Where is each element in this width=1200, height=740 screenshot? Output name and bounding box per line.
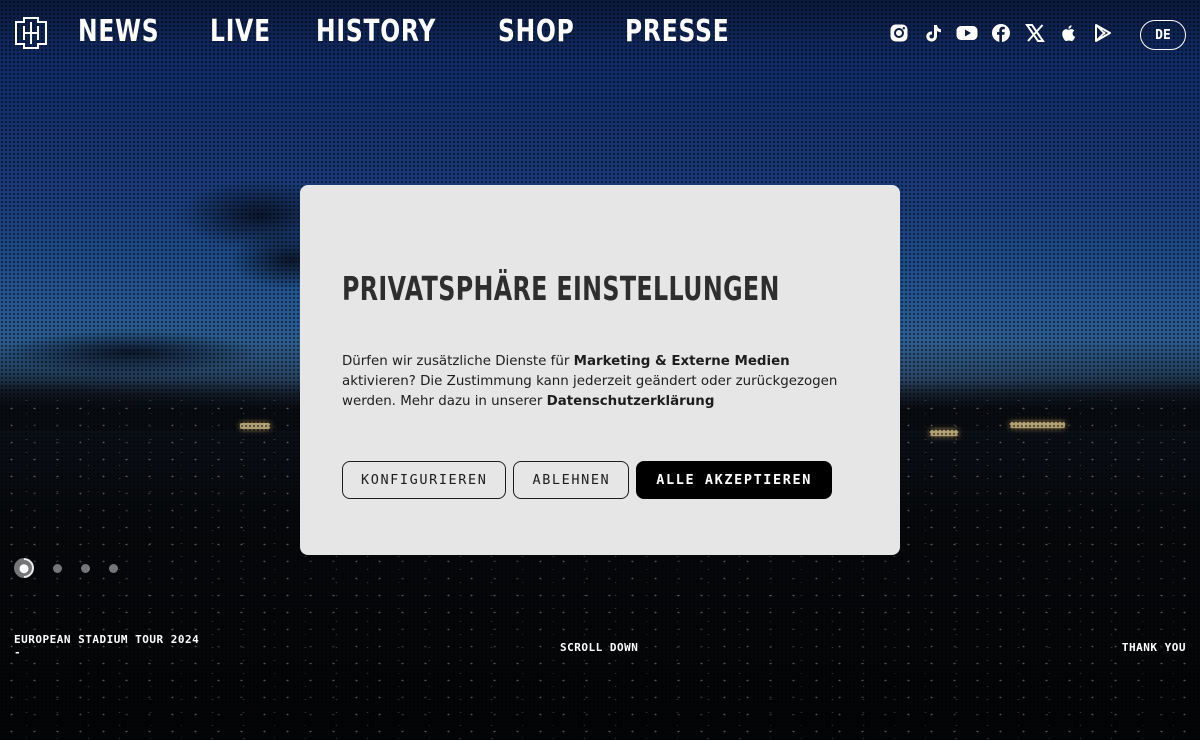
accept-all-button[interactable]: ALLE AKZEPTIEREN (636, 461, 832, 499)
language-switcher[interactable]: DE (1140, 20, 1186, 50)
modal-text: Dürfen wir zusätzliche Dienste für Marke… (342, 352, 862, 412)
google-play-icon[interactable] (1092, 22, 1114, 44)
x-icon[interactable] (1024, 22, 1046, 44)
slide-dot-3[interactable] (81, 563, 90, 573)
modal-buttons: KONFIGURIEREN ABLEHNEN ALLE AKZEPTIEREN (342, 461, 832, 499)
slider-pagination (9, 553, 118, 583)
modal-title: PRIVATSPHÄRE EINSTELLUNGEN (342, 269, 780, 308)
social-links (888, 22, 1114, 44)
slide-dot-1[interactable] (9, 553, 39, 583)
nav-shop[interactable]: SHOP (498, 14, 575, 49)
youtube-icon[interactable] (956, 22, 978, 44)
instagram-icon[interactable] (888, 22, 910, 44)
configure-button[interactable]: KONFIGURIEREN (342, 461, 507, 499)
slide-caption-dash: - (14, 646, 22, 659)
facebook-icon[interactable] (990, 22, 1012, 44)
nav-live[interactable]: LIVE (210, 14, 271, 49)
rammstein-logo-icon (15, 17, 47, 49)
nav-news[interactable]: NEWS (78, 14, 159, 49)
privacy-consent-modal: PRIVATSPHÄRE EINSTELLUNGEN Dürfen wir zu… (300, 185, 900, 555)
nav-history[interactable]: HISTORY (316, 14, 436, 49)
apple-icon[interactable] (1058, 22, 1080, 44)
privacy-policy-link[interactable]: Datenschutzerklärung (547, 394, 715, 409)
slide-dot-2[interactable] (53, 563, 62, 573)
modal-text-part-1: Dürfen wir zusätzliche Dienste für (342, 354, 574, 369)
nav-presse[interactable]: PRESSE (625, 14, 729, 49)
modal-text-bold: Marketing & Externe Medien (573, 354, 790, 369)
slide-dot-4[interactable] (109, 563, 118, 573)
band-logo[interactable] (14, 16, 48, 50)
decline-button[interactable]: ABLEHNEN (513, 461, 630, 499)
thank-you-link[interactable]: THANK YOU (1122, 641, 1186, 654)
main-nav: NEWS LIVE HISTORY SHOP PRESSE (78, 14, 759, 49)
slide-caption[interactable]: EUROPEAN STADIUM TOUR 2024 (14, 633, 199, 646)
tiktok-icon[interactable] (922, 22, 944, 44)
scroll-down-link[interactable]: SCROLL DOWN (560, 641, 638, 654)
